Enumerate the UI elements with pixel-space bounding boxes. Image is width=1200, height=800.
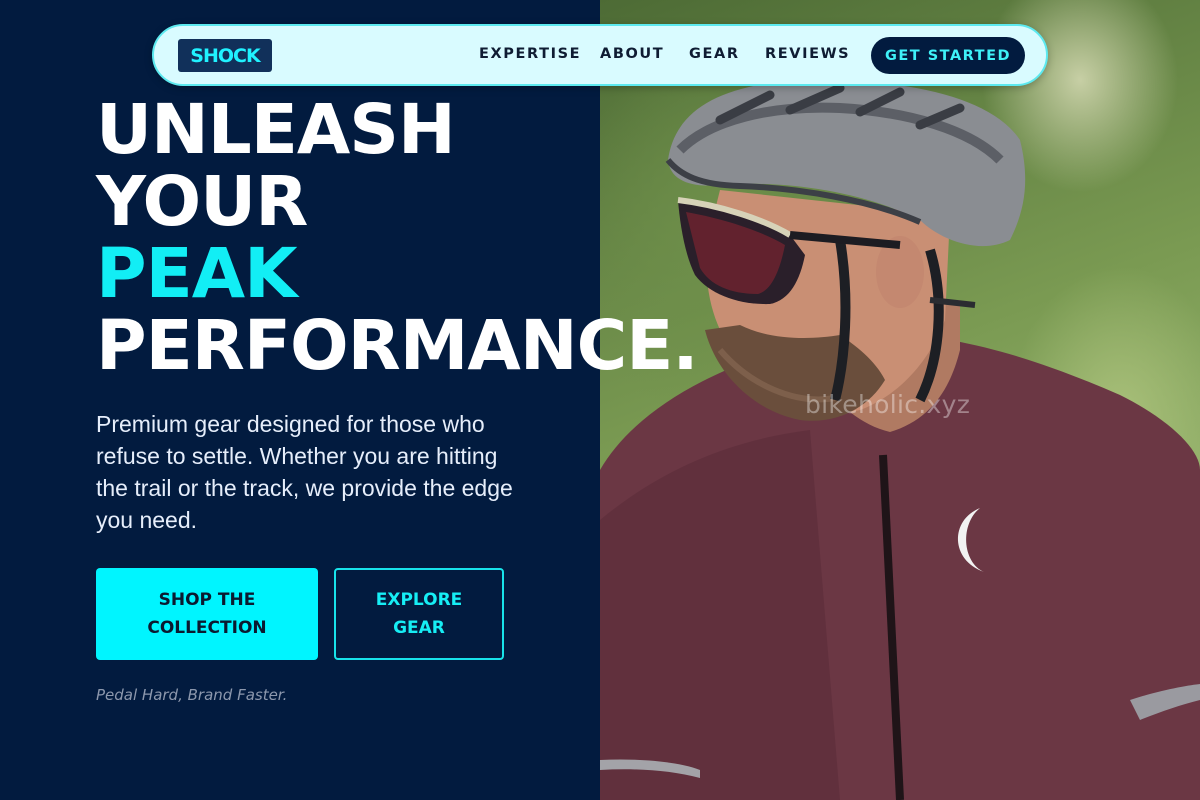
headline-line-3-accent: PEAK <box>96 234 298 314</box>
get-started-button[interactable]: GET STARTED <box>871 37 1025 74</box>
nav-link-gear[interactable]: GEAR <box>689 46 740 66</box>
explore-gear-button[interactable]: EXPLORE GEAR <box>334 568 504 660</box>
hero-subtext: Premium gear designed for those who refu… <box>96 411 513 533</box>
brand-logo[interactable]: SHOCK <box>178 39 272 72</box>
image-watermark: bikeholic.xyz <box>805 390 971 419</box>
shop-collection-button[interactable]: SHOP THE COLLECTION <box>96 568 318 660</box>
headline-line-4: PERFORMANCE. <box>96 306 699 386</box>
headline-line-2: YOUR <box>96 162 308 242</box>
hero-tagline: Pedal Hard, Brand Faster. <box>96 686 288 704</box>
nav-link-reviews[interactable]: REVIEWS <box>765 46 850 66</box>
nav-link-about[interactable]: ABOUT <box>600 46 664 66</box>
top-navbar: SHOCK EXPERTISE ABOUT GEAR REVIEWS GET S… <box>152 24 1048 86</box>
headline-line-1: UNLEASH <box>96 90 456 170</box>
nav-link-expertise[interactable]: EXPERTISE <box>479 46 581 66</box>
hero-headline: UNLEASH YOUR PEAK PERFORMANCE. <box>96 90 699 386</box>
